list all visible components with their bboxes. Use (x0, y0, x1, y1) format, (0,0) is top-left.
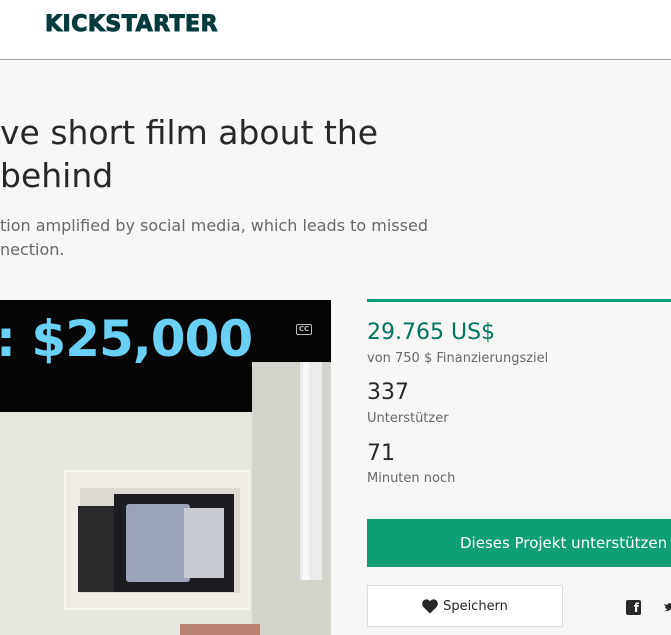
video-picture-art (184, 508, 224, 578)
video-overlay-banner-lower (0, 362, 252, 412)
project-blurb-line-2: nection. (0, 240, 65, 259)
video-picture-frame (78, 506, 118, 592)
time-remaining-count: 71 (367, 441, 395, 466)
pledged-amount: 29.765 US$ (367, 320, 496, 345)
closed-captions-icon[interactable]: CC (296, 324, 312, 335)
project-blurb-line-1: tion amplified by social media, which le… (0, 216, 428, 235)
twitter-icon[interactable] (664, 600, 671, 615)
save-button-label: Speichern (443, 598, 508, 614)
video-overlay-amount: : $25,000 (0, 310, 253, 368)
project-title-line-2: behind (0, 156, 114, 195)
video-window-light (300, 362, 322, 580)
funding-goal: von 750 $ Finanzierungsziel (367, 351, 549, 366)
time-remaining-label: Minuten noch (367, 471, 456, 486)
kickstarter-logo[interactable]: KICKSTARTER (44, 12, 218, 38)
backers-count: 337 (367, 380, 409, 405)
project-title-line-1: ve short film about the (0, 113, 379, 152)
save-button[interactable]: Speichern (367, 585, 563, 627)
heart-icon (422, 598, 438, 613)
project-blurb: tion amplified by social media, which le… (0, 214, 660, 262)
top-navigation-bar: KICKSTARTER (0, 0, 671, 60)
video-picture-art (126, 504, 190, 582)
facebook-icon[interactable]: f (626, 600, 641, 615)
project-title: ve short film about the behind (0, 111, 660, 197)
video-floor-object (180, 624, 260, 635)
funding-progress-bar (367, 299, 671, 302)
back-this-project-button[interactable]: Dieses Projekt unterstützen (367, 519, 671, 567)
backers-label: Unterstützer (367, 411, 449, 426)
